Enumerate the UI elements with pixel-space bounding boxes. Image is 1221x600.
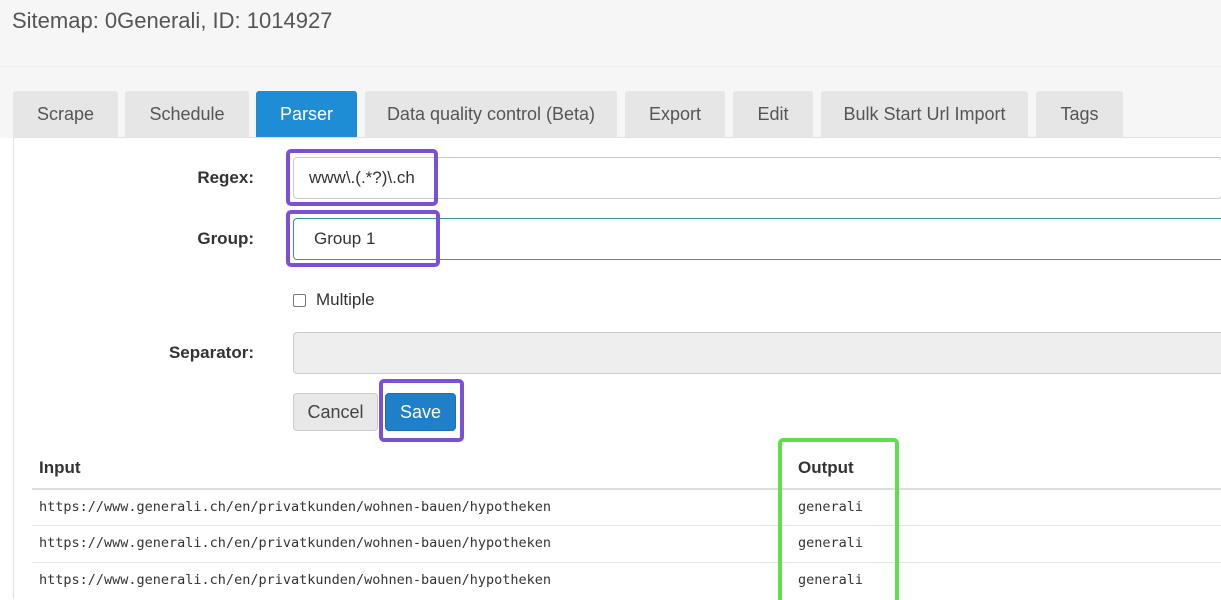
group-label: Group: bbox=[197, 229, 254, 248]
table-row-1-output: generali bbox=[798, 499, 864, 515]
tab-bulk-start-url-import[interactable]: Bulk Start Url Import bbox=[821, 91, 1028, 137]
tab-bar: Scrape Schedule Parser Data quality cont… bbox=[0, 67, 1221, 138]
save-button[interactable]: Save bbox=[385, 393, 456, 431]
separator-label: Separator: bbox=[168, 343, 254, 362]
tab-data-quality-control[interactable]: Data quality control (Beta) bbox=[365, 91, 617, 137]
table-row-3-input: https://www.generali.ch/en/privatkunden/… bbox=[39, 572, 552, 588]
column-header-input: Input bbox=[39, 458, 81, 477]
table-row-divider bbox=[32, 525, 1221, 526]
table-row-1-input: https://www.generali.ch/en/privatkunden/… bbox=[39, 499, 552, 515]
separator-input[interactable] bbox=[293, 332, 1221, 374]
tab-parser[interactable]: Parser bbox=[256, 91, 357, 137]
tab-schedule[interactable]: Schedule bbox=[125, 91, 249, 137]
regex-input[interactable]: www\.(.*?)\.ch bbox=[293, 157, 1221, 199]
table-row-divider bbox=[32, 562, 1221, 563]
parser-panel: Regex: www\.(.*?)\.ch Group: Group 1 Mul… bbox=[13, 137, 1221, 600]
table-row-2-input: https://www.generali.ch/en/privatkunden/… bbox=[39, 535, 552, 551]
column-header-output: Output bbox=[798, 458, 854, 477]
tab-edit[interactable]: Edit bbox=[733, 91, 813, 137]
page-header: Sitemap: 0Generali, ID: 1014927 bbox=[0, 0, 1221, 67]
regex-label: Regex: bbox=[197, 168, 254, 187]
tab-tags[interactable]: Tags bbox=[1036, 91, 1123, 137]
table-row-3-output: generali bbox=[798, 572, 864, 588]
table-row-2-output: generali bbox=[798, 535, 864, 551]
table-header-rule bbox=[32, 488, 1221, 490]
tab-export[interactable]: Export bbox=[625, 91, 725, 137]
group-select-value: Group 1 bbox=[314, 229, 376, 248]
group-select[interactable]: Group 1 bbox=[293, 218, 1221, 260]
multiple-checkbox[interactable] bbox=[293, 294, 306, 307]
cancel-button[interactable]: Cancel bbox=[293, 393, 378, 431]
tab-scrape[interactable]: Scrape bbox=[13, 91, 118, 137]
multiple-label: Multiple bbox=[316, 290, 375, 309]
page-title: Sitemap: 0Generali, ID: 1014927 bbox=[12, 8, 333, 33]
